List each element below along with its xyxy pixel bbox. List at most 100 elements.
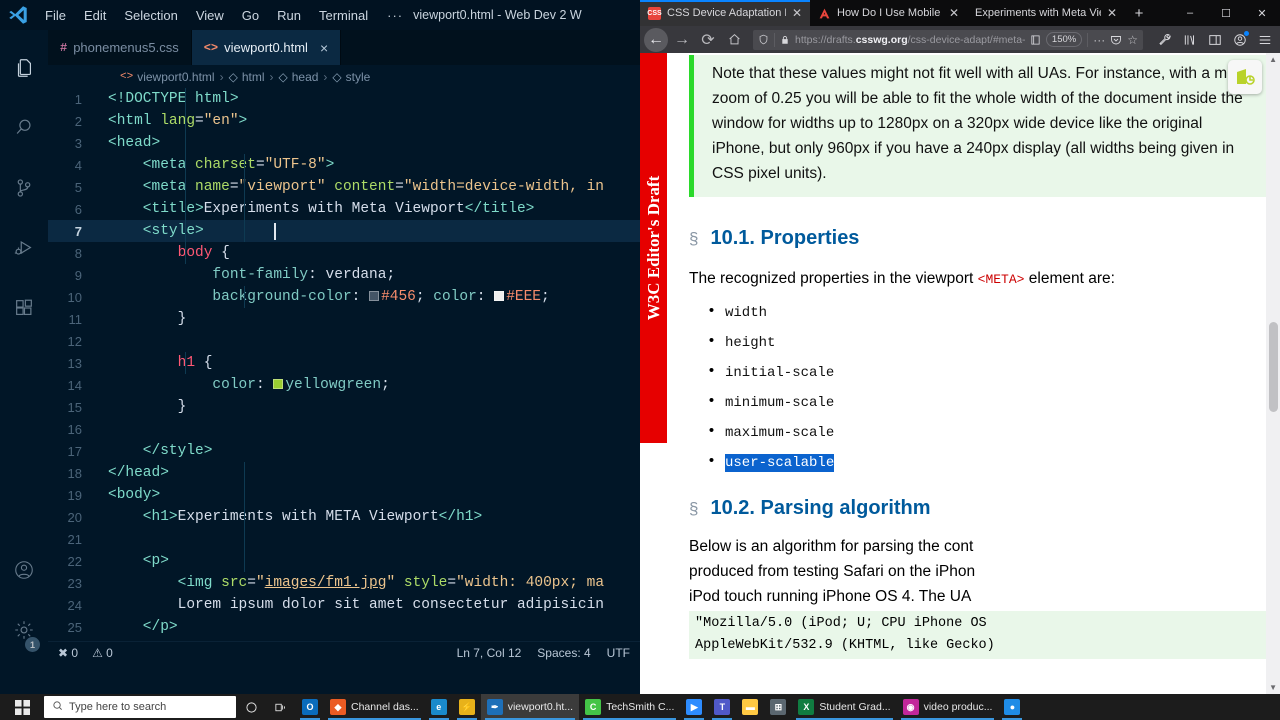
- error-count[interactable]: ✖ 0: [58, 646, 78, 660]
- breadcrumb-item-file[interactable]: <> viewport0.html: [120, 70, 215, 84]
- menu-terminal[interactable]: Terminal: [310, 4, 377, 27]
- taskbar-app-vscode[interactable]: ✒viewport0.ht...: [481, 694, 579, 720]
- url-text[interactable]: https://drafts.csswg.org/css-device-adap…: [795, 34, 1025, 46]
- taskbar-app-firefox[interactable]: ●: [998, 694, 1026, 720]
- wrench-icon[interactable]: [1154, 29, 1176, 51]
- taskbar-app-record[interactable]: ◉video produc...: [897, 694, 999, 720]
- menu-view[interactable]: View: [187, 4, 233, 27]
- browser-viewport[interactable]: W3C Editor's Draft Note that these value…: [640, 53, 1280, 694]
- task-view-icon[interactable]: [266, 694, 296, 720]
- code-line[interactable]: 17 </style>: [48, 440, 640, 462]
- scroll-up-icon[interactable]: ▲: [1269, 55, 1277, 64]
- close-icon[interactable]: ✕: [1107, 6, 1117, 20]
- run-debug-icon[interactable]: [0, 218, 48, 278]
- code-line[interactable]: 9 font-family: verdana;: [48, 264, 640, 286]
- reload-button[interactable]: ⟳: [696, 28, 720, 52]
- hamburger-menu-icon[interactable]: [1254, 29, 1276, 51]
- menu-go[interactable]: Go: [233, 4, 268, 27]
- yellow-note-icon[interactable]: [1228, 60, 1262, 94]
- breadcrumb-item-html[interactable]: ◇ html: [229, 70, 265, 84]
- menu-file[interactable]: File: [36, 4, 75, 27]
- code-line[interactable]: 25 </p>: [48, 616, 640, 638]
- windows-taskbar[interactable]: Type here to search O◆Channel das...e⚡✒v…: [0, 694, 1280, 720]
- taskbar-app-brave[interactable]: ◆Channel das...: [324, 694, 425, 720]
- explorer-icon[interactable]: [0, 38, 48, 98]
- taskbar-app-edge[interactable]: e: [425, 694, 453, 720]
- menu-overflow-icon[interactable]: ···: [377, 8, 413, 23]
- code-line[interactable]: 14 color: yellowgreen;: [48, 374, 640, 396]
- browser-tab-experiments-meta-viewport[interactable]: Experiments with Meta Viewport ✕: [967, 0, 1125, 26]
- code-line[interactable]: 26 <p>: [48, 638, 640, 641]
- taskbar-app-list[interactable]: O◆Channel das...e⚡✒viewport0.ht...CTechS…: [296, 694, 1026, 720]
- reader-view-icon[interactable]: [1030, 34, 1041, 46]
- browser-toolbar-buttons[interactable]: [1150, 29, 1276, 51]
- section-anchor-icon[interactable]: §: [689, 229, 698, 249]
- code-line[interactable]: 20 <h1>Experiments with META Viewport</h…: [48, 506, 640, 528]
- close-icon[interactable]: ✕: [949, 6, 959, 20]
- accounts-icon[interactable]: [0, 540, 48, 600]
- search-icon[interactable]: [0, 98, 48, 158]
- code-line[interactable]: 12: [48, 330, 640, 352]
- code-line[interactable]: 21: [48, 528, 640, 550]
- home-button[interactable]: [722, 28, 746, 52]
- code-line[interactable]: 7 <style>: [48, 220, 640, 242]
- maximize-button[interactable]: ☐: [1208, 0, 1244, 26]
- taskbar-app-zoom[interactable]: ▶: [680, 694, 708, 720]
- window-controls[interactable]: – ☐ ✕: [1172, 0, 1280, 26]
- code-line[interactable]: 13 h1 {: [48, 352, 640, 374]
- windows-start-icon[interactable]: [0, 694, 44, 720]
- editor-tab-viewport0html[interactable]: <> viewport0.html ×: [192, 30, 341, 65]
- code-line[interactable]: 3<head>: [48, 132, 640, 154]
- taskbar-app-calculator[interactable]: ⊞: [764, 694, 792, 720]
- menu-edit[interactable]: Edit: [75, 4, 115, 27]
- taskbar-search-input[interactable]: Type here to search: [44, 696, 236, 718]
- code-line[interactable]: 22 <p>: [48, 550, 640, 572]
- breadcrumb[interactable]: <> viewport0.html › ◇ html › ◇ head ›: [48, 65, 640, 88]
- back-button[interactable]: ←: [644, 28, 668, 52]
- code-line[interactable]: 4 <meta charset="UTF-8">: [48, 154, 640, 176]
- minimize-button[interactable]: –: [1172, 0, 1208, 26]
- menu-selection[interactable]: Selection: [115, 4, 186, 27]
- forward-button[interactable]: →: [670, 28, 694, 52]
- code-line[interactable]: 15 }: [48, 396, 640, 418]
- tracking-shield-icon[interactable]: [758, 33, 769, 46]
- settings-gear-icon[interactable]: 1: [0, 600, 48, 660]
- source-control-icon[interactable]: [0, 158, 48, 218]
- close-icon[interactable]: ✕: [792, 6, 802, 20]
- page-scrollbar[interactable]: ▲ ▼: [1266, 53, 1280, 694]
- code-line[interactable]: 18</head>: [48, 462, 640, 484]
- vscode-menubar[interactable]: File Edit Selection View Go Run Terminal…: [36, 4, 413, 27]
- bookmark-star-icon[interactable]: ☆: [1127, 33, 1138, 47]
- code-line[interactable]: 1<!DOCTYPE html>: [48, 88, 640, 110]
- code-line[interactable]: 6 <title>Experiments with Meta Viewport<…: [48, 198, 640, 220]
- cursor-position[interactable]: Ln 7, Col 12: [457, 646, 522, 660]
- breadcrumb-item-head[interactable]: ◇ head: [278, 70, 318, 84]
- warning-count[interactable]: ⚠ 0: [92, 646, 113, 660]
- code-line[interactable]: 11 }: [48, 308, 640, 330]
- taskbar-app-teams[interactable]: T: [708, 694, 736, 720]
- taskbar-app-file-explorer[interactable]: ▬: [736, 694, 764, 720]
- editor-tab-phonemenus5css[interactable]: # phonemenus5.css: [48, 30, 192, 65]
- breadcrumb-item-style[interactable]: ◇ style: [332, 70, 370, 84]
- vscode-activity-bar[interactable]: 1: [0, 30, 48, 664]
- indentation-setting[interactable]: Spaces: 4: [537, 646, 590, 660]
- menu-run[interactable]: Run: [268, 4, 310, 27]
- page-actions-icon[interactable]: ···: [1093, 33, 1105, 47]
- code-line[interactable]: 19<body>: [48, 484, 640, 506]
- close-window-button[interactable]: ✕: [1244, 0, 1280, 26]
- browser-tab-bar[interactable]: CSS CSS Device Adaptation Module ✕ How D…: [640, 0, 1280, 26]
- code-editor[interactable]: 1<!DOCTYPE html>2<html lang="en">3<head>…: [48, 88, 640, 641]
- close-icon[interactable]: ×: [320, 41, 328, 55]
- code-line[interactable]: 5 <meta name="viewport" content="width=d…: [48, 176, 640, 198]
- code-line[interactable]: 8 body {: [48, 242, 640, 264]
- new-tab-button[interactable]: +: [1125, 0, 1153, 26]
- code-line[interactable]: 24 Lorem ipsum dolor sit amet consectetu…: [48, 594, 640, 616]
- code-line[interactable]: 10 background-color: #456; color: #EEE;: [48, 286, 640, 308]
- zoom-level-indicator[interactable]: 150%: [1046, 32, 1082, 47]
- taskbar-app-outlook[interactable]: O: [296, 694, 324, 720]
- editor-tabs[interactable]: # phonemenus5.css <> viewport0.html ×: [48, 30, 640, 65]
- library-icon[interactable]: [1179, 29, 1201, 51]
- pocket-icon[interactable]: [1110, 34, 1122, 46]
- cortana-circle-icon[interactable]: [236, 694, 266, 720]
- account-icon[interactable]: [1229, 29, 1251, 51]
